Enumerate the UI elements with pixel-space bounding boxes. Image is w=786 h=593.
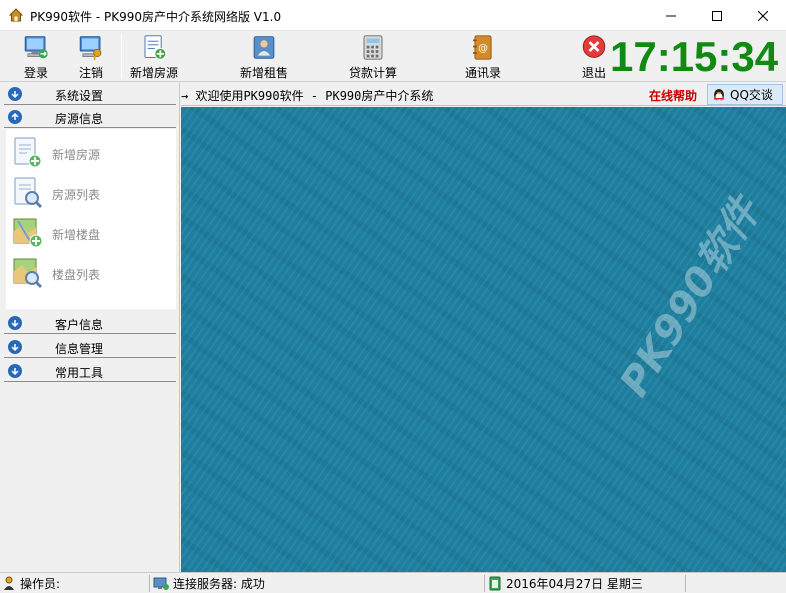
- nav-info-management[interactable]: 信息管理: [4, 336, 176, 358]
- toolbar-separator: [121, 35, 122, 79]
- nav-item-label: 楼盘列表: [52, 268, 101, 282]
- minimize-icon: [666, 15, 676, 16]
- nav-item-label: 房源列表: [52, 188, 101, 202]
- title-bar: PK990软件 - PK990房产中介系统网络版 V1.0: [0, 0, 786, 31]
- map-add-icon: [13, 218, 43, 248]
- status-server-label: 连接服务器: 成功: [173, 577, 265, 591]
- nav-item-add-building[interactable]: 新增楼盘: [12, 216, 162, 250]
- status-operator: 操作员:: [2, 575, 150, 592]
- nav-system-settings-label: 系统设置: [55, 89, 104, 103]
- nav-common-tools-label: 常用工具: [55, 366, 104, 380]
- qq-chat-label: QQ交谈: [730, 88, 773, 102]
- computer-login-icon: [24, 36, 48, 59]
- add-listing-button[interactable]: 新增房源: [128, 33, 180, 81]
- calendar-icon: [489, 576, 501, 591]
- svg-text:@: @: [478, 43, 488, 54]
- status-bar: 操作员: 连接服务器: 成功 2016年04月27日 星期三: [0, 572, 786, 593]
- nav-listing-info[interactable]: 房源信息: [4, 106, 176, 128]
- welcome-text: → 欢迎使用PK990软件 - PK990房产中介系统: [181, 89, 434, 103]
- user-icon: [4, 576, 14, 590]
- login-label: 登录: [23, 66, 48, 80]
- notebook-search-icon: [14, 177, 43, 209]
- contact-card-icon: [253, 36, 275, 59]
- nav-info-management-label: 信息管理: [55, 342, 104, 356]
- close-button[interactable]: [740, 0, 786, 31]
- notebook-add-icon: [144, 35, 167, 60]
- add-rental-label: 新增租售: [239, 66, 288, 80]
- chevron-up-icon: [8, 110, 22, 124]
- nav-item-listing-list[interactable]: 房源列表: [12, 176, 162, 210]
- server-connect-icon: [153, 577, 169, 590]
- listing-info-panel: 新增房源 房源列表 新增楼盘 楼盘列表: [6, 129, 176, 309]
- nav-customer-info[interactable]: 客户信息: [4, 312, 176, 334]
- toolbar: 登录 注销 新增房源 新增租售 贷款计算 @ 通讯录 退出 17:15:34: [0, 31, 786, 82]
- exit-label: 退出: [581, 66, 606, 80]
- contacts-button[interactable]: @ 通讯录: [462, 33, 504, 81]
- notebook-add-icon: [14, 137, 42, 168]
- nav-system-settings[interactable]: 系统设置: [4, 83, 176, 105]
- loan-calc-label: 贷款计算: [348, 66, 397, 80]
- chevron-down-icon: [8, 316, 22, 330]
- info-bar: → 欢迎使用PK990软件 - PK990房产中介系统 在线帮助 QQ交谈: [181, 83, 786, 106]
- status-date-label: 2016年04月27日 星期三: [506, 577, 643, 591]
- status-server: 连接服务器: 成功: [153, 575, 485, 592]
- qq-chat-button[interactable]: QQ交谈: [707, 84, 783, 105]
- add-rental-button[interactable]: 新增租售: [238, 33, 290, 81]
- clock: 17:15:34: [610, 33, 779, 80]
- status-date: 2016年04月27日 星期三: [488, 575, 686, 592]
- nav-listing-info-label: 房源信息: [55, 112, 104, 126]
- maximize-icon: [712, 10, 722, 21]
- chevron-down-icon: [8, 87, 22, 101]
- map-search-icon: [13, 258, 43, 289]
- house-icon: [9, 8, 23, 22]
- chevron-down-icon: [8, 364, 22, 378]
- address-book-icon: @: [473, 35, 492, 60]
- logout-button[interactable]: 注销: [73, 33, 109, 81]
- calculator-icon: [363, 35, 383, 60]
- exit-button[interactable]: 退出: [578, 33, 610, 81]
- chevron-down-icon: [8, 340, 22, 354]
- qq-penguin-icon: [714, 88, 724, 101]
- status-operator-label: 操作员:: [20, 577, 61, 591]
- minimize-button[interactable]: [648, 0, 694, 31]
- nav-common-tools[interactable]: 常用工具: [4, 360, 176, 382]
- login-button[interactable]: 登录: [18, 33, 54, 81]
- computer-key-icon: [79, 36, 102, 61]
- nav-item-label: 新增房源: [52, 148, 101, 162]
- online-help-link[interactable]: 在线帮助: [649, 87, 697, 104]
- logout-label: 注销: [78, 66, 103, 80]
- loan-calc-button[interactable]: 贷款计算: [347, 33, 399, 81]
- close-icon: [758, 10, 768, 21]
- maximize-button[interactable]: [694, 0, 740, 31]
- nav-item-add-listing[interactable]: 新增房源: [12, 136, 162, 170]
- main-workspace: PK990软件: [181, 107, 786, 572]
- nav-item-building-list[interactable]: 楼盘列表: [12, 256, 162, 290]
- watermark-text: PK990软件: [611, 190, 770, 405]
- add-listing-label: 新增房源: [129, 66, 178, 80]
- contacts-label: 通讯录: [464, 66, 501, 80]
- exit-x-icon: [582, 35, 606, 58]
- nav-customer-info-label: 客户信息: [55, 318, 104, 332]
- window-title: PK990软件 - PK990房产中介系统网络版 V1.0: [30, 10, 282, 24]
- nav-item-label: 新增楼盘: [52, 228, 101, 242]
